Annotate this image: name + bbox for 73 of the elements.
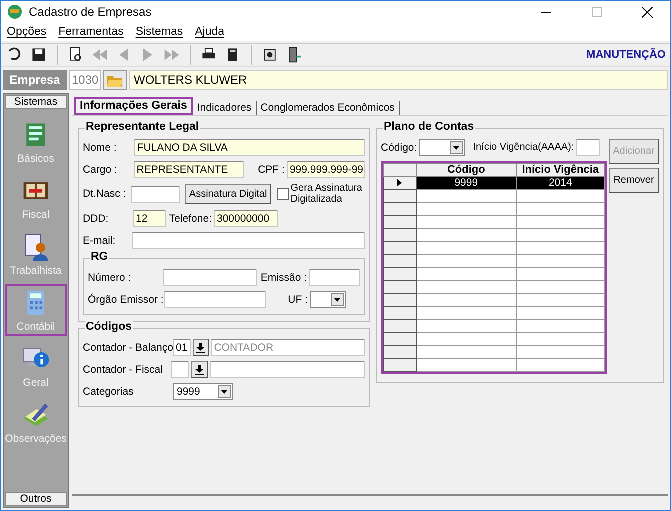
field-label: Contador - Fiscal <box>83 364 164 376</box>
text-field[interactable] <box>162 269 257 286</box>
field-label: DDD: <box>83 212 110 224</box>
download-icon <box>196 342 206 352</box>
checkbox-label: Gera Assinatura Digitalizada <box>290 183 364 205</box>
text-field[interactable] <box>130 186 180 202</box>
maximize-icon <box>592 7 602 17</box>
menu-item[interactable]: Ferramentas <box>58 26 124 38</box>
company-name-field[interactable]: WOLTERS KLUWER <box>129 70 668 90</box>
field-label: Categorias <box>83 386 135 398</box>
open-folder-button[interactable] <box>103 70 127 90</box>
field-label: UF : <box>287 294 308 306</box>
globe-icon <box>7 4 23 20</box>
field-label: Nome : <box>83 142 118 154</box>
text-field[interactable]: CONTADOR <box>211 339 366 356</box>
field-label: Número : <box>88 272 132 284</box>
lookup-button[interactable] <box>192 339 210 356</box>
text-field[interactable]: 300000000 <box>214 210 278 227</box>
field-label: Contador - Balanço <box>83 342 171 354</box>
field-label: Telefone: <box>168 212 212 224</box>
menu-item[interactable]: Opções <box>7 26 47 38</box>
row-pointer-icon <box>397 179 402 187</box>
digital-signature-button[interactable]: Assinatura Digital <box>185 184 272 204</box>
text-field[interactable]: 12 <box>133 210 166 227</box>
tab[interactable]: Indicadores <box>193 101 257 115</box>
text-field[interactable]: REPRESENTANTE <box>134 161 244 178</box>
menu-item[interactable]: Sistemas <box>136 26 184 38</box>
field-label: E-mail: <box>83 234 117 246</box>
group-title: Códigos <box>85 321 133 333</box>
tab[interactable]: Conglomerados Econômicos <box>256 101 400 115</box>
download-icon <box>194 364 204 374</box>
menu-item[interactable]: Ajuda <box>195 26 225 38</box>
field-label: Dt.Nasc : <box>83 188 128 200</box>
caret-icon <box>334 298 341 302</box>
tab[interactable]: Informações Gerais <box>74 97 194 115</box>
text-field[interactable]: 01 <box>173 339 191 356</box>
text-field[interactable] <box>576 139 600 156</box>
group-title: Plano de Contas <box>383 121 476 133</box>
caret-icon <box>221 390 228 394</box>
company-label: Empresa <box>3 70 67 90</box>
table-cell: 9999 <box>416 176 517 190</box>
text-field[interactable] <box>164 291 266 308</box>
field-label: Código: <box>381 142 418 154</box>
group-title: Representante Legal <box>85 121 200 133</box>
close-icon <box>642 6 653 18</box>
text-field[interactable]: FULANO DA SILVA <box>134 139 365 156</box>
field-label: Início Vigência(AAAA): <box>473 142 574 153</box>
checkbox[interactable] <box>277 188 289 200</box>
text-field[interactable] <box>132 232 365 249</box>
dropdown[interactable]: 9999 <box>173 383 233 400</box>
text-field[interactable] <box>308 269 360 286</box>
mode-label: MANUTENÇÃO <box>586 49 666 61</box>
field-label: Emissão : <box>260 272 307 284</box>
sidebar-footer-button[interactable]: Outros <box>5 492 67 506</box>
table-cell: 2014 <box>516 176 604 190</box>
field-label: Cargo : <box>83 164 118 176</box>
text-field[interactable] <box>171 361 190 378</box>
group-title: RG <box>90 251 110 263</box>
column-header: Início Vigência <box>516 164 604 176</box>
caret-icon <box>453 146 460 150</box>
sidebar-header-button[interactable]: Sistemas <box>5 95 67 109</box>
field-label: Órgão Emissor : <box>88 294 162 306</box>
field-label: CPF : <box>257 164 285 176</box>
window-title: Cadastro de Empresas <box>29 5 153 19</box>
action-button[interactable]: Remover <box>609 168 659 193</box>
dropdown[interactable] <box>310 291 346 308</box>
text-field[interactable] <box>210 361 365 378</box>
column-header: Código <box>416 164 517 176</box>
text-field[interactable]: 999.999.999-99 <box>286 161 365 178</box>
company-code-field[interactable]: 1030 <box>69 70 101 90</box>
lookup-button[interactable] <box>191 361 208 378</box>
row-indicator[interactable] <box>384 176 416 190</box>
folder-icon <box>107 74 123 86</box>
